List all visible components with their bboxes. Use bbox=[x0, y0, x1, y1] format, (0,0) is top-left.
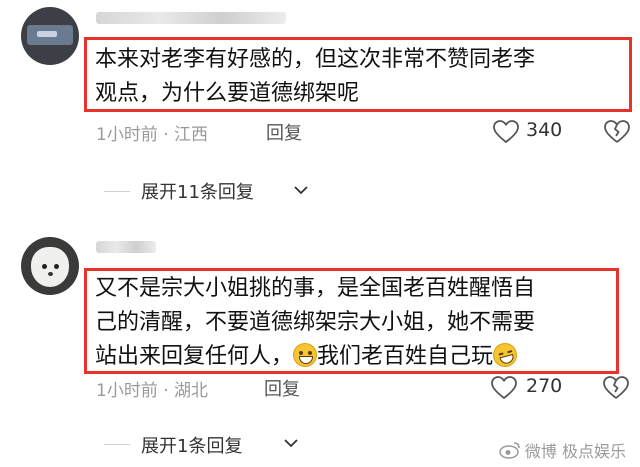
broken-heart-icon[interactable] bbox=[604, 120, 630, 144]
comment-fragment: 站出来回复任何人， bbox=[95, 344, 294, 369]
weibo-logo-icon bbox=[499, 442, 520, 459]
comment-fragment: 我们老百姓自己玩 bbox=[317, 344, 494, 369]
avatar[interactable] bbox=[21, 237, 79, 295]
avatar-detail bbox=[37, 31, 57, 37]
broken-heart-icon[interactable] bbox=[603, 376, 629, 400]
comment-line: 本来对老李有好感的，但这次非常不赞同老李 bbox=[95, 47, 536, 72]
watermark-text: 微博 极点娱乐 bbox=[524, 442, 626, 461]
expand-replies-button[interactable]: 展开11条回复 bbox=[141, 178, 254, 204]
grin-emoji-icon bbox=[293, 343, 318, 367]
comment-meta: 1小时前 · 江西 bbox=[96, 125, 209, 145]
avatar-eye bbox=[54, 264, 59, 269]
chevron-down-icon[interactable] bbox=[294, 185, 308, 195]
like-count: 340 bbox=[526, 119, 563, 141]
comment-line: 又不是宗大小姐挑的事，是全国老百姓醒悟自 bbox=[95, 276, 536, 301]
avatar-eye bbox=[42, 264, 47, 269]
like-count: 270 bbox=[526, 375, 563, 397]
comment-line: 己的清醒，不要道德绑架宗大小姐，她不需要 bbox=[95, 310, 536, 335]
watermark: 微博 极点娱乐 bbox=[499, 438, 626, 462]
comment-text: 又不是宗大小姐挑的事，是全国老百姓醒悟自 己的清醒，不要道德绑架宗大小姐，她不需… bbox=[84, 268, 619, 374]
reply-button[interactable]: 回复 bbox=[264, 375, 300, 401]
heart-outline-icon[interactable] bbox=[491, 376, 517, 400]
chevron-down-icon[interactable] bbox=[284, 438, 298, 448]
comment-line: 观点，为什么要道德绑架呢 bbox=[95, 81, 360, 106]
expand-divider bbox=[104, 191, 130, 192]
username-blurred[interactable] bbox=[96, 12, 286, 24]
avatar-image bbox=[31, 247, 69, 287]
reply-button[interactable]: 回复 bbox=[266, 119, 302, 145]
comment-meta: 1小时前 · 湖北 bbox=[96, 381, 209, 401]
avatar[interactable] bbox=[21, 7, 79, 65]
comment-text: 本来对老李有好感的，但这次非常不赞同老李 观点，为什么要道德绑架呢 bbox=[84, 37, 632, 112]
heart-outline-icon[interactable] bbox=[493, 120, 519, 144]
expand-replies-button[interactable]: 展开1条回复 bbox=[141, 432, 242, 458]
avatar-nose bbox=[48, 272, 53, 276]
username-blurred[interactable] bbox=[96, 241, 156, 253]
expand-divider bbox=[104, 444, 130, 445]
comment-line: 站出来回复任何人， 我们老百姓自己玩 bbox=[95, 340, 608, 374]
laugh-emoji-icon bbox=[490, 340, 520, 370]
